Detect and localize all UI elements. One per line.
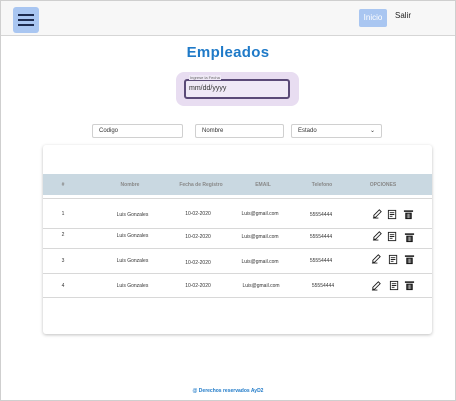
row-divider bbox=[43, 198, 432, 199]
details-icon[interactable] bbox=[389, 280, 400, 291]
details-icon[interactable] bbox=[388, 254, 399, 265]
codigo-filter-input[interactable]: Codigo bbox=[92, 124, 183, 138]
row-number: 2 bbox=[61, 232, 65, 238]
row-number: 1 bbox=[61, 211, 65, 217]
column-header-number: # bbox=[61, 182, 65, 188]
row-divider bbox=[43, 273, 432, 274]
estado-select[interactable]: Estado ⌄ bbox=[291, 124, 382, 138]
delete-icon[interactable] bbox=[404, 254, 415, 265]
column-header-email: EMAIL bbox=[255, 182, 271, 188]
estado-select-label: Estado bbox=[298, 128, 317, 134]
date-input-label: Ingrese la Fecha bbox=[189, 75, 221, 80]
row-divider bbox=[43, 248, 432, 249]
row-nombre: Luis Gonzales bbox=[116, 212, 149, 218]
row-telefono: 55554444 bbox=[311, 283, 335, 289]
column-header-telefono: Telefono bbox=[311, 182, 333, 188]
menu-icon[interactable] bbox=[13, 7, 39, 33]
row-number: 4 bbox=[61, 283, 65, 289]
row-divider bbox=[43, 228, 432, 229]
row-telefono: 55554444 bbox=[309, 258, 333, 264]
edit-icon[interactable] bbox=[372, 208, 383, 219]
row-fecha: 10-02-2020 bbox=[185, 283, 211, 289]
column-header-fecha: Fecha de Registro bbox=[179, 182, 223, 188]
row-telefono: 55554444 bbox=[309, 234, 333, 240]
row-email: Luis@gmail.com bbox=[242, 283, 280, 289]
date-input-placeholder: mm/dd/yyyy bbox=[189, 85, 227, 92]
row-email: Luis@gmail.com bbox=[241, 259, 279, 265]
row-nombre: Luis Gonzales bbox=[116, 283, 149, 289]
top-bar: Inicio Salir bbox=[1, 1, 455, 36]
delete-icon[interactable] bbox=[403, 209, 414, 220]
edit-icon[interactable] bbox=[371, 253, 382, 264]
row-nombre: Luis Gonzales bbox=[116, 258, 149, 264]
row-nombre: Luis Gonzales bbox=[116, 233, 149, 239]
row-divider bbox=[43, 297, 432, 298]
delete-icon[interactable] bbox=[404, 232, 415, 243]
row-email: Luis@gmail.com bbox=[241, 211, 279, 217]
row-telefono: 55554444 bbox=[309, 212, 333, 218]
page-title: Empleados bbox=[186, 44, 270, 61]
column-header-nombre: Nombre bbox=[120, 182, 140, 188]
row-fecha: 10-02-2020 bbox=[185, 234, 211, 240]
nav-inicio-button[interactable]: Inicio bbox=[359, 9, 387, 27]
row-fecha: 10-02-2020 bbox=[185, 211, 211, 217]
nombre-filter-input[interactable]: Nombre bbox=[195, 124, 284, 138]
row-email: Luis@gmail.com bbox=[241, 234, 279, 240]
column-header-opciones: OPCIONES bbox=[369, 182, 397, 188]
edit-icon[interactable] bbox=[371, 280, 382, 291]
delete-icon[interactable] bbox=[404, 280, 415, 291]
nav-salir-link[interactable]: Salir bbox=[395, 11, 411, 20]
row-fecha: 10-02-2020 bbox=[185, 260, 211, 266]
details-icon[interactable] bbox=[387, 209, 398, 220]
row-number: 3 bbox=[61, 258, 65, 264]
details-icon[interactable] bbox=[387, 231, 398, 242]
footer-copyright: @ Derechos reservados AyD2 bbox=[192, 388, 264, 394]
edit-icon[interactable] bbox=[372, 230, 383, 241]
chevron-down-icon: ⌄ bbox=[369, 128, 375, 134]
